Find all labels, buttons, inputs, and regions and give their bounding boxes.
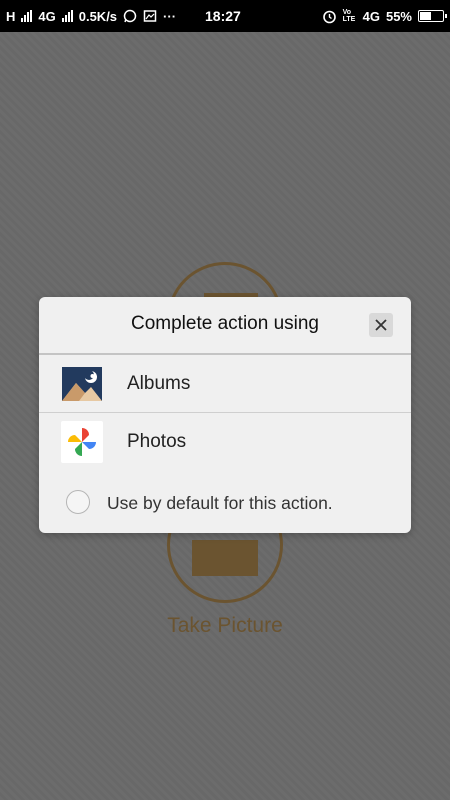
option-albums[interactable]: Albums bbox=[39, 355, 411, 413]
status-bar: H 4G 0.5K/s ··· 18:27 Vo LTE 4G 55% bbox=[0, 0, 450, 32]
signal-icon bbox=[21, 10, 33, 22]
volte-label: Vo LTE bbox=[342, 9, 356, 23]
alarm-icon bbox=[322, 10, 336, 23]
battery-percent: 55% bbox=[385, 8, 412, 24]
use-default-label: Use by default for this action. bbox=[107, 493, 333, 513]
network-4g-label: 4G bbox=[38, 8, 56, 24]
use-default-row[interactable]: Use by default for this action. bbox=[39, 487, 411, 521]
chooser-dialog: Complete action using Albums Photos Use bbox=[39, 297, 411, 533]
network-h-label: H bbox=[6, 8, 16, 24]
option-label-albums: Albums bbox=[127, 373, 191, 394]
option-photos[interactable]: Photos bbox=[39, 413, 411, 471]
network-4g-right-label: 4G bbox=[362, 8, 380, 24]
use-default-radio[interactable] bbox=[66, 490, 90, 514]
take-picture-label[interactable]: Take Picture bbox=[0, 614, 450, 638]
close-icon bbox=[375, 319, 387, 331]
whatsapp-icon bbox=[123, 9, 137, 23]
clock: 18:27 bbox=[205, 8, 241, 24]
gallery-notification-icon bbox=[143, 10, 157, 22]
signal-icon-2 bbox=[61, 10, 73, 22]
battery-icon bbox=[418, 10, 447, 22]
google-photos-icon bbox=[61, 421, 103, 463]
dialog-title: Complete action using bbox=[131, 313, 319, 334]
albums-app-icon bbox=[62, 367, 102, 401]
option-label-photos: Photos bbox=[127, 431, 187, 452]
close-button[interactable] bbox=[369, 313, 393, 337]
network-speed: 0.5K/s bbox=[78, 8, 118, 24]
more-notifications-icon: ··· bbox=[163, 8, 177, 24]
